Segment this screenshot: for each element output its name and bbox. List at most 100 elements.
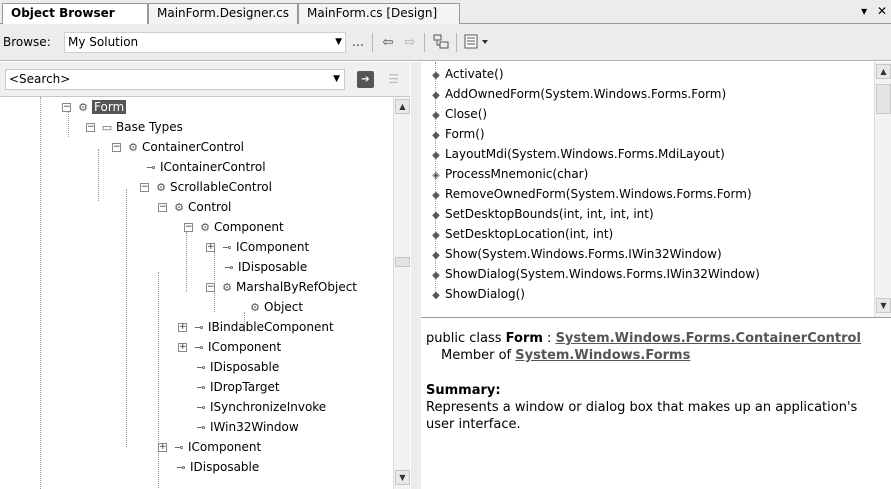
method-icon: ◆ — [432, 130, 440, 141]
declaration-separator: : — [542, 331, 556, 346]
method-icon: ◆ — [432, 250, 440, 261]
tree-node-label: IBindableComponent — [208, 320, 334, 334]
interface-icon: ⊸ — [222, 240, 232, 254]
tree-node-label: IComponent — [188, 440, 262, 454]
tree-node-isynchronizeinvoke[interactable]: ⊸ ISynchronizeInvoke — [192, 397, 326, 417]
tree-node-icomponent[interactable]: + ⊸ IComponent — [158, 437, 261, 457]
class-icon: ⚙ — [78, 100, 88, 114]
document-tab-strip: MainForm.Designer.cs MainForm.cs [Design… — [0, 0, 891, 25]
member-label: Activate() — [445, 67, 504, 81]
tab-mainform-designer[interactable]: MainForm.Designer.cs — [148, 3, 298, 24]
scroll-down-icon[interactable]: ▼ — [876, 298, 891, 313]
tree-node-form[interactable]: − ⚙ Form — [62, 97, 127, 117]
class-icon: ⚙ — [200, 220, 210, 234]
objects-tree: − ⚙ Form − ▭ Base Types − ⚙ ContainerControl ⊸… — [0, 97, 393, 489]
member-item[interactable]: ◆ AddOwnedForm(System.Windows.Forms.Form) — [427, 84, 726, 104]
tree-node-control[interactable]: − ⚙ Control — [158, 197, 231, 217]
tree-node-idisposable[interactable]: ⊸ IDisposable — [220, 257, 307, 277]
scroll-down-icon[interactable]: ▼ — [395, 470, 410, 485]
scroll-up-icon[interactable]: ▲ — [876, 64, 891, 79]
collapse-icon[interactable]: − — [86, 123, 95, 132]
tree-node-object[interactable]: ⚙ Object — [246, 297, 303, 317]
collapse-icon[interactable]: − — [62, 103, 71, 112]
method-icon: ◆ — [432, 210, 440, 221]
member-label: SetDesktopBounds(int, int, int, int) — [445, 207, 654, 221]
tree-node-label: IComponent — [208, 340, 282, 354]
tree-node-marshalbyrefobject[interactable]: − ⚙ MarshalByRefObject — [206, 277, 357, 297]
member-item[interactable]: ◆ SetDesktopBounds(int, int, int, int) — [427, 204, 654, 224]
objects-scrollbar[interactable]: ▲ ▼ — [393, 97, 410, 489]
tree-node-label: Control — [188, 200, 232, 214]
member-item[interactable]: ◆ SetDesktopLocation(int, int) — [427, 224, 613, 244]
expand-icon[interactable]: + — [178, 323, 187, 332]
member-of-label: Member of — [441, 348, 516, 363]
tree-node-icomponent[interactable]: + ⊸ IComponent — [206, 237, 309, 257]
namespace-link[interactable]: System.Windows.Forms — [515, 348, 690, 363]
tree-node-icontainercontrol[interactable]: ⊸ IContainerControl — [142, 157, 265, 177]
tree-node-iwin32window[interactable]: ⊸ IWin32Window — [192, 417, 299, 437]
method-icon: ◆ — [432, 70, 440, 81]
member-item[interactable]: ◆ RemoveOwnedForm(System.Windows.Forms.Fo… — [427, 184, 751, 204]
toolbar-separator — [424, 33, 425, 52]
expand-icon[interactable]: + — [206, 243, 215, 252]
members-scrollbar[interactable]: ▲ ▼ — [874, 62, 891, 317]
tab-label: MainForm.Designer.cs — [157, 6, 289, 20]
close-icon[interactable]: ✕ — [877, 4, 887, 18]
back-arrow-icon[interactable]: ⇦ — [378, 33, 398, 52]
chevron-down-icon[interactable]: ▼ — [333, 70, 340, 89]
member-item[interactable]: ◆ Close() — [427, 104, 487, 124]
members-pane: ◆ Activate() ◆ AddOwnedForm(System.Windows… — [421, 62, 891, 318]
collapse-icon[interactable]: − — [184, 223, 193, 232]
summary-heading: Summary: — [426, 383, 501, 398]
description-pane: public class Form : System.Windows.Forms… — [421, 320, 891, 489]
member-item[interactable]: ◈ ProcessMnemonic(char) — [427, 164, 588, 184]
tree-node-scrollablecontrol[interactable]: − ⚙ ScrollableControl — [140, 177, 272, 197]
scroll-thumb[interactable] — [876, 84, 891, 114]
member-item[interactable]: ◆ Activate() — [427, 64, 504, 84]
collapse-icon[interactable]: − — [112, 143, 121, 152]
tab-controls: ▾ ✕ — [855, 4, 887, 18]
tree-node-label: IDropTarget — [210, 380, 280, 394]
tree-node-idisposable[interactable]: ⊸ IDisposable — [172, 457, 259, 477]
tree-node-label: IWin32Window — [210, 420, 299, 434]
member-item[interactable]: ◆ ShowDialog() — [427, 284, 525, 304]
edit-custom-component-set-button[interactable]: ... — [350, 33, 366, 52]
browser-settings-icon[interactable] — [462, 33, 492, 52]
collapse-icon[interactable]: − — [140, 183, 149, 192]
base-class-link[interactable]: System.Windows.Forms.ContainerControl — [556, 331, 861, 346]
interface-icon: ⊸ — [196, 380, 206, 394]
scroll-up-icon[interactable]: ▲ — [395, 99, 410, 114]
tree-node-component[interactable]: − ⚙ Component — [184, 217, 284, 237]
member-item[interactable]: ◆ LayoutMdi(System.Windows.Forms.MdiLayou… — [427, 144, 725, 164]
toolbar-separator — [372, 33, 373, 52]
expand-icon[interactable]: + — [178, 343, 187, 352]
scroll-thumb[interactable] — [395, 257, 410, 267]
tree-node-containercontrol[interactable]: − ⚙ ContainerControl — [112, 137, 244, 157]
search-input[interactable]: <Search> ▼ — [5, 69, 345, 90]
tree-node-base-types[interactable]: − ▭ Base Types — [86, 117, 183, 137]
window-list-dropdown-icon[interactable]: ▾ — [861, 4, 867, 18]
toolbar-separator — [456, 33, 457, 52]
search-go-icon[interactable]: ➔ — [357, 71, 374, 88]
tree-node-idisposable[interactable]: ⊸ IDisposable — [192, 357, 279, 377]
tree-node-ibindablecomponent[interactable]: + ⊸ IBindableComponent — [178, 317, 334, 337]
tab-object-browser[interactable]: Object Browser — [2, 3, 148, 25]
member-item[interactable]: ◆ Show(System.Windows.Forms.IWin32Window) — [427, 244, 722, 264]
interface-icon: ⊸ — [196, 360, 206, 374]
clear-search-icon[interactable]: ☰ — [385, 71, 402, 88]
forward-arrow-icon[interactable]: ⇨ — [400, 33, 420, 52]
pane-splitter[interactable] — [411, 62, 421, 489]
member-item[interactable]: ◆ Form() — [427, 124, 484, 144]
method-icon: ◆ — [432, 190, 440, 201]
tree-node-icomponent[interactable]: + ⊸ IComponent — [178, 337, 281, 357]
method-icon: ◆ — [432, 90, 440, 101]
member-item[interactable]: ◆ ShowDialog(System.Windows.Forms.IWin32W… — [427, 264, 760, 284]
collapse-icon[interactable]: − — [206, 283, 215, 292]
tab-mainform-design[interactable]: MainForm.cs [Design] — [298, 3, 460, 24]
add-reference-icon[interactable] — [430, 33, 452, 52]
tree-node-idroptarget[interactable]: ⊸ IDropTarget — [192, 377, 280, 397]
collapse-icon[interactable]: − — [158, 203, 167, 212]
tree-node-label: Base Types — [116, 120, 183, 134]
expand-icon[interactable]: + — [158, 443, 167, 452]
browse-scope-dropdown[interactable]: My Solution ▼ — [64, 32, 346, 53]
